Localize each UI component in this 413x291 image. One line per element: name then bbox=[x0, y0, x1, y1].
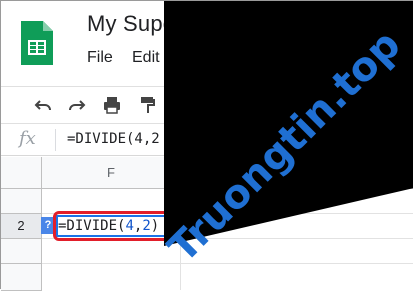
row-header-4[interactable] bbox=[1, 264, 42, 291]
spreadsheet-grid: F 2 ? =DIVIDE(4,2) bbox=[1, 157, 413, 291]
select-all-corner[interactable] bbox=[1, 157, 42, 189]
menu-edit[interactable]: Edit bbox=[132, 49, 160, 67]
row-header-3[interactable] bbox=[1, 239, 42, 264]
google-sheets-logo-icon[interactable] bbox=[19, 19, 55, 67]
undo-icon[interactable] bbox=[33, 95, 53, 115]
annotation-highlight-box bbox=[53, 211, 184, 241]
document-title[interactable]: My Supe bbox=[87, 11, 175, 37]
redo-icon[interactable] bbox=[67, 95, 87, 115]
fx-icon: fx bbox=[19, 128, 36, 149]
menu-file[interactable]: File bbox=[87, 49, 113, 67]
row-header-2[interactable]: 2 bbox=[1, 214, 42, 239]
toolbar bbox=[1, 86, 413, 124]
formula-input[interactable]: =DIVIDE(4,2 bbox=[67, 131, 160, 147]
formula-bar-divider bbox=[55, 129, 56, 151]
row-divider bbox=[42, 263, 413, 264]
column-header-f[interactable]: F bbox=[42, 157, 181, 189]
print-icon[interactable] bbox=[102, 95, 122, 115]
row-header-1[interactable] bbox=[1, 189, 42, 214]
paint-format-icon[interactable] bbox=[138, 95, 158, 115]
column-header-g[interactable] bbox=[181, 157, 413, 189]
formula-bar: fx =DIVIDE(4,2 bbox=[1, 125, 413, 156]
